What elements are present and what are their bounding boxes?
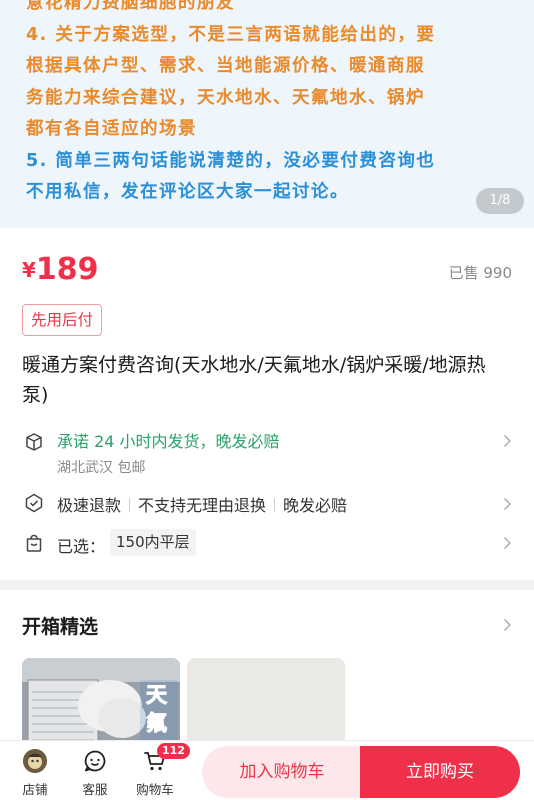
thumb-char-0: 天 <box>146 683 168 707</box>
price-currency: ¥ <box>22 258 36 282</box>
services-row[interactable]: 极速退款 不支持无理由退换 晚发必赔 <box>0 490 534 516</box>
unboxing-thumbnail[interactable] <box>187 658 345 748</box>
unboxing-thumbnail[interactable]: 天 氟 <box>22 658 180 748</box>
heat-pump-photo: 天 氟 <box>22 658 180 748</box>
image-page-indicator: 1/8 <box>476 188 524 214</box>
service-label: 客服 <box>82 782 108 797</box>
pay-later-tag: 先用后付 <box>22 304 103 336</box>
shipping-location: 湖北武汉 包邮 <box>57 460 146 476</box>
carousel-line: 4. 关于方案选型，不是三言两语就能给出的，要 <box>26 24 436 45</box>
section-title: 开箱精选 <box>22 616 99 638</box>
service-list: 极速退款 不支持无理由退换 晚发必赔 <box>57 492 347 516</box>
customer-service-button[interactable]: 客服 <box>72 747 118 797</box>
chevron-right-icon <box>503 497 512 511</box>
store-button[interactable]: 店铺 <box>12 747 58 797</box>
price-value: 189 <box>35 252 99 287</box>
buy-now-button[interactable]: 立即购买 <box>360 746 520 798</box>
store-label: 店铺 <box>22 782 48 797</box>
shipping-row[interactable]: 承诺 24 小时内发货，晚发必赔 湖北武汉 包邮 <box>0 426 534 484</box>
shipping-promise: 承诺 24 小时内发货，晚发必赔 <box>57 432 280 451</box>
selection-value: 150内平层 <box>110 529 196 556</box>
cart-label: 购物车 <box>136 782 174 797</box>
selection-row[interactable]: 已选： 150内平层 <box>0 528 534 558</box>
shield-check-icon <box>25 493 43 513</box>
carousel-line: 都有各自适应的场景 <box>26 119 197 139</box>
ship-box-icon <box>26 433 42 451</box>
chat-smile-icon <box>84 750 106 772</box>
carousel-image-text: 意花精力费脑细胞的朋友 4. 关于方案选型，不是三言两语就能给出的，要 根据具体… <box>26 0 524 209</box>
add-to-cart-button[interactable]: 加入购物车 <box>202 746 362 798</box>
carousel-line: 意花精力费脑细胞的朋友 <box>26 0 235 13</box>
service-item: 极速退款 <box>57 496 122 515</box>
service-item: 不支持无理由退换 <box>138 496 267 515</box>
carousel-line: 务能力来综合建议，天水地水、天氟地水、锅炉 <box>26 87 425 108</box>
divider <box>129 498 131 512</box>
sold-count: 已售 990 <box>448 264 512 282</box>
carousel-line: 根据具体户型、需求、当地能源价格、暖通商服 <box>26 56 425 76</box>
price: ¥189 <box>22 252 99 287</box>
divider <box>274 498 276 512</box>
cart-button[interactable]: 112 购物车 <box>132 743 190 797</box>
carousel-line: 不用私信，发在评论区大家一起讨论。 <box>26 182 349 202</box>
bottom-action-bar: 店铺 客服 112 购物车 加入购物车 立即购买 <box>0 740 534 800</box>
chevron-right-icon <box>503 536 512 550</box>
carousel-line: 5. 简单三两句话能说清楚的，没必要付费咨询也 <box>26 150 436 171</box>
service-item: 晚发必赔 <box>283 496 348 515</box>
chevron-right-icon[interactable] <box>503 618 512 632</box>
product-title: 暖通方案付费咨询(天水地水/天氟地水/锅炉采暖/地源热泵) <box>22 354 486 406</box>
selection-label: 已选： <box>57 537 106 556</box>
thumb-char-1: 氟 <box>146 711 167 735</box>
store-avatar-icon <box>23 749 47 773</box>
bag-icon <box>26 534 42 552</box>
chevron-right-icon <box>503 434 512 448</box>
product-image-carousel[interactable]: 意花精力费脑细胞的朋友 4. 关于方案选型，不是三言两语就能给出的，要 根据具体… <box>0 0 534 228</box>
cart-badge: 112 <box>157 743 190 759</box>
product-info-card: ¥189 已售 990 先用后付 暖通方案付费咨询(天水地水/天氟地水/锅炉采暖… <box>0 228 534 580</box>
